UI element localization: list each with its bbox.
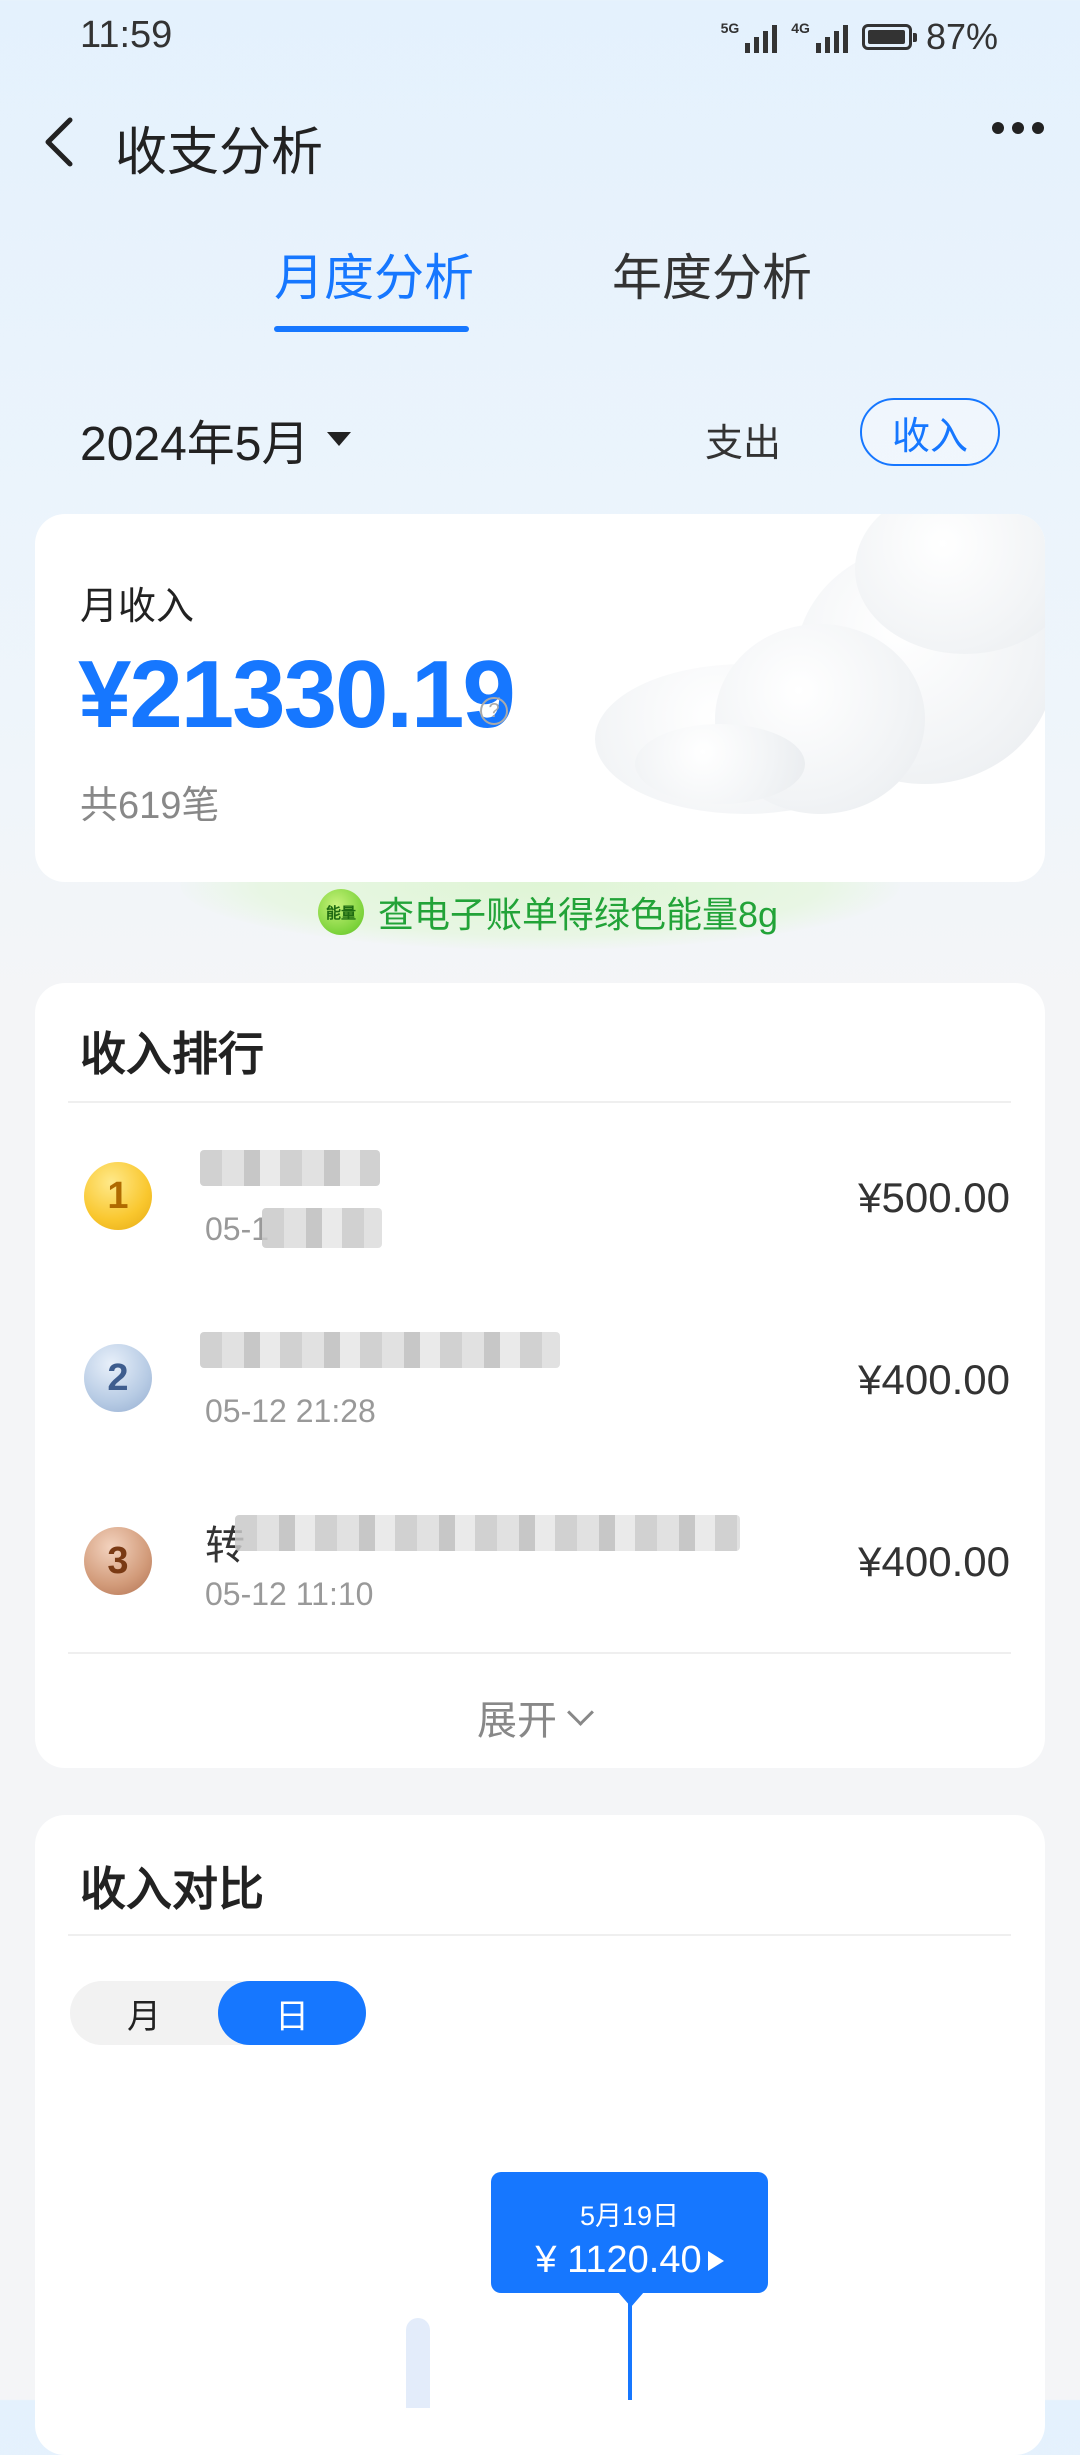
tooltip-pointer	[618, 2292, 644, 2307]
tooltip-date: 5月19日	[579, 2201, 680, 2231]
rank-2-medal-icon: 2	[84, 1344, 152, 1412]
status-time: 11:59	[80, 14, 173, 56]
ranking-title: 收入排行	[80, 1028, 264, 1080]
toggle-day[interactable]: 日	[218, 1981, 366, 2045]
expense-toggle-button[interactable]: 支出	[705, 412, 781, 467]
battery-icon	[861, 24, 917, 50]
monthly-income-amount: ¥21330.19	[78, 641, 516, 748]
ranking-row-amount: ¥400.00	[858, 1356, 1010, 1403]
redacted-name	[235, 1515, 740, 1551]
ranking-row-amount: ¥400.00	[858, 1538, 1010, 1585]
page-title: 收支分析	[115, 124, 324, 182]
redacted-name	[200, 1332, 560, 1368]
battery-percent: 87%	[925, 16, 998, 57]
income-toggle-button[interactable]: 收入	[860, 398, 1000, 466]
energy-badge-icon: 能量	[318, 889, 364, 935]
chart-bar	[406, 2318, 430, 2408]
active-tab-indicator	[274, 326, 469, 332]
caret-down-icon	[327, 432, 352, 446]
transaction-count: 共619笔	[80, 785, 220, 827]
redacted-time	[262, 1208, 382, 1248]
monthly-income-label: 月收入	[80, 586, 195, 628]
rank-1-medal-icon: 1	[84, 1162, 152, 1230]
expand-label: 展开	[477, 1699, 557, 1743]
tooltip-value-row: ¥ 1120.40	[491, 2239, 768, 2282]
tooltip-value: ¥ 1120.40	[535, 2239, 702, 2281]
rank-3-medal-icon: 3	[84, 1527, 152, 1595]
back-arrow-icon	[45, 117, 73, 167]
expand-button[interactable]: 展开	[477, 1688, 594, 1746]
signal-5g-icon: 5G	[721, 21, 778, 53]
promo-text: 查电子账单得绿色能量8g	[378, 894, 779, 935]
chevron-down-icon	[567, 1698, 594, 1726]
divider	[68, 1934, 1011, 1936]
back-button[interactable]	[34, 112, 94, 172]
chart-guide-line	[628, 2300, 632, 2400]
status-icons: 5G 4G 87%	[721, 16, 998, 58]
ranking-row-amount: ¥500.00	[858, 1174, 1010, 1221]
period-label: 2024年5月	[80, 418, 310, 471]
tab-monthly-analysis[interactable]: 月度分析	[274, 238, 474, 310]
more-options-icon[interactable]	[992, 122, 1044, 134]
divider	[68, 1652, 1011, 1654]
comparison-title: 收入对比	[80, 1863, 264, 1915]
ranking-row-time: 05-1	[205, 1211, 270, 1247]
signal-4g-icon: 4G	[791, 21, 848, 53]
help-icon[interactable]: ?	[480, 697, 508, 725]
toggle-month[interactable]: 月	[70, 1981, 218, 2045]
tab-yearly-analysis[interactable]: 年度分析	[612, 238, 812, 310]
chart-tooltip[interactable]: 5月19日 ¥ 1120.40	[491, 2172, 768, 2293]
period-selector[interactable]: 2024年5月	[80, 404, 352, 474]
redacted-name	[200, 1150, 380, 1186]
ranking-row-time: 05-12 21:28	[205, 1393, 376, 1429]
ranking-row-time: 05-12 11:10	[205, 1576, 374, 1612]
divider	[68, 1101, 1011, 1103]
play-arrow-icon	[707, 2250, 724, 2271]
green-energy-promo[interactable]: 能量 查电子账单得绿色能量8g	[318, 886, 778, 938]
